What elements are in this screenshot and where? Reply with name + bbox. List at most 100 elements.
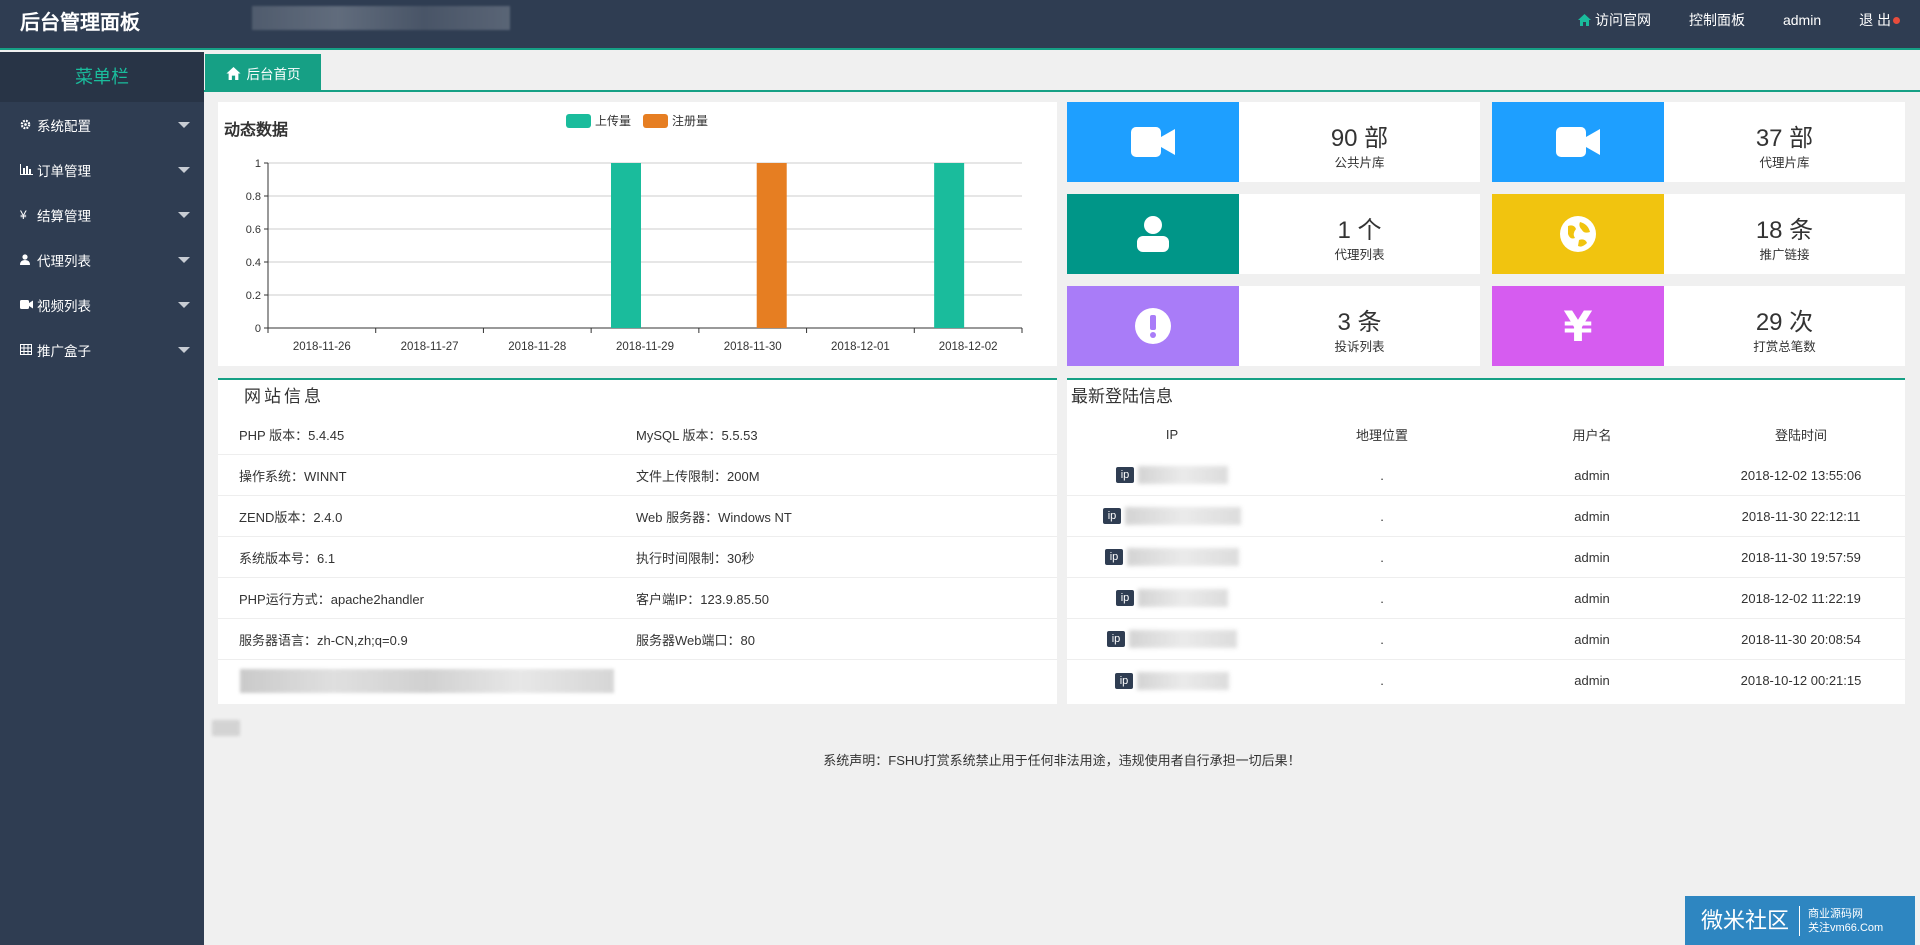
chart-bar [611,163,641,328]
stat-icon-box: ¥ [1492,286,1664,366]
tab-bar: 后台首页 [204,52,1920,92]
x-tick-label: 2018-11-29 [616,341,674,353]
home-icon [225,66,241,80]
stat-caption: 推广链接 [1759,248,1810,262]
sidebar-item-orders[interactable]: 订单管理 [0,147,204,192]
stat-card-agent-list[interactable]: 1 个 代理列表 [1067,194,1480,274]
username-cell: admin [1574,508,1610,524]
x-tick-label: 2018-11-26 [293,341,351,353]
chevron-down-icon [178,121,190,128]
globe-icon [1560,216,1596,252]
stat-value: 29 次 [1755,309,1814,336]
visit-site-link[interactable]: 访问官网 [1577,10,1651,30]
sidebar-item-videos[interactable]: 视频列表 [0,282,204,327]
info-row: 服务器语言：zh-CN,zh;q=0.9 服务器Web端口：80 [218,619,1057,660]
sidebar-item-label: 结算管理 [37,208,91,224]
chart-panel: 动态数据 上传量 注册量 0 0.2 0.4 0.6 0.8 1 2018-11-26 201… [218,102,1057,366]
redacted-area [252,6,510,30]
info-cell: PHP 版本：5.4.45 [239,427,345,443]
y-tick-label: 1 [255,158,261,170]
redacted-area [1137,671,1230,690]
login-time-cell: 2018-11-30 22:12:11 [1741,508,1861,524]
login-info-title: 最新登陆信息 [1071,387,1173,406]
column-header-location: 地理位置 [1355,428,1408,443]
watermark-title: 微米社区 [1685,905,1801,936]
info-cell: 系统版本号：6.1 [239,550,336,566]
column-header-username: 用户名 [1572,428,1612,443]
y-tick-label: 0.4 [246,257,261,269]
location-cell: . [1380,590,1384,606]
stat-card-tips[interactable]: ¥ 29 次 打赏总笔数 [1492,286,1905,366]
info-cell: PHP运行方式：apache2handler [239,591,424,607]
username-cell: admin [1574,631,1610,647]
gear-icon [20,119,34,130]
site-info-panel: 网站信息 PHP 版本：5.4.45 MySQL 版本：5.5.53 操作系统：W… [218,378,1057,704]
ip-badge: ip [1115,467,1135,483]
table-row: ip . admin 2018-12-02 11:22:19 [1067,578,1905,619]
info-row: ZEND版本：2.4.0 Web 服务器：Windows NT [218,496,1057,537]
login-time-cell: 2018-10-12 00:21:15 [1740,673,1862,688]
username-label: admin [1782,12,1822,28]
sidebar-item-label: 订单管理 [37,163,91,179]
ip-cell: ip [1067,466,1277,484]
stat-icon-box [1492,102,1664,182]
ip-badge: ip [1104,549,1124,565]
logout-link[interactable]: 退 出 [1859,10,1900,30]
login-info-panel: 最新登陆信息 IP 地理位置 用户名 登陆时间 ip . admin 2018-… [1067,378,1905,704]
tab-home[interactable]: 后台首页 [205,54,321,92]
info-cell: 服务器语言：zh-CN,zh;q=0.9 [239,632,408,648]
sidebar-item-label: 推广盒子 [37,343,91,359]
stat-value: 90 部 [1330,125,1389,152]
info-row: 操作系统：WINNT 文件上传限制：200M [218,455,1057,496]
chevron-down-icon [178,346,190,353]
sidebar: 菜单栏 系统配置 订单管理 ¥ 结算管理 代理列表 视频列表 推广盒子 [0,52,204,945]
x-tick-label: 2018-11-30 [724,341,782,353]
chevron-down-icon [178,256,190,263]
x-tick-label: 2018-11-28 [508,341,566,353]
sidebar-item-label: 代理列表 [37,253,91,269]
sidebar-title: 菜单栏 [0,52,204,102]
sidebar-item-promo-box[interactable]: 推广盒子 [0,327,204,372]
watermark-line: 商业源码网 [1808,907,1864,920]
sidebar-item-system-config[interactable]: 系统配置 [0,102,204,147]
redacted-area [1138,466,1229,484]
ip-cell: ip [1067,507,1277,525]
location-cell: . [1380,673,1384,688]
stat-caption: 公共片库 [1334,156,1385,170]
login-time-cell: 2018-11-30 20:08:54 [1741,631,1861,647]
control-panel-link[interactable]: 控制面板 [1689,10,1745,30]
sidebar-item-agents[interactable]: 代理列表 [0,237,204,282]
username-cell: admin [1574,673,1610,688]
notification-dot [1893,16,1900,24]
sidebar-item-settlement[interactable]: ¥ 结算管理 [0,192,204,237]
username-cell: admin [1574,467,1610,483]
ip-badge: ip [1102,508,1122,524]
grid-icon [20,344,34,355]
x-tick-label: 2018-12-01 [831,341,890,353]
y-tick-label: 0.2 [246,290,261,302]
yen-icon: ¥ [20,207,27,222]
visit-site-label: 访问官网 [1594,12,1651,28]
y-tick-label: 0.8 [246,191,261,203]
username-cell: admin [1574,549,1610,565]
home-icon [1577,14,1591,26]
table-row: ip . admin 2018-11-30 22:12:11 [1067,496,1905,537]
video-icon [20,300,34,309]
stat-value: 18 条 [1755,217,1814,244]
user-icon [1137,216,1169,252]
table-row: ip . admin 2018-11-30 20:08:54 [1067,619,1905,660]
chart-bar [756,163,787,328]
info-cell: 客户端IP：123.9.85.50 [636,591,769,607]
stat-card-agent-videos[interactable]: 37 部 代理片库 [1492,102,1905,182]
sidebar-item-label: 系统配置 [37,118,91,134]
x-tick-label: 2018-11-27 [401,341,459,353]
username-cell: admin [1574,590,1610,606]
stat-card-promo-links[interactable]: 18 条 推广链接 [1492,194,1905,274]
stat-card-public-videos[interactable]: 90 部 公共片库 [1067,102,1480,182]
watermark-line: 关注vm66.Com [1808,921,1884,934]
location-cell: . [1380,508,1384,524]
site-info-title: 网站信息 [244,387,324,406]
redacted-area [1138,589,1229,607]
stat-card-complaints[interactable]: 3 条 投诉列表 [1067,286,1480,366]
user-menu[interactable]: admin [1783,12,1821,28]
